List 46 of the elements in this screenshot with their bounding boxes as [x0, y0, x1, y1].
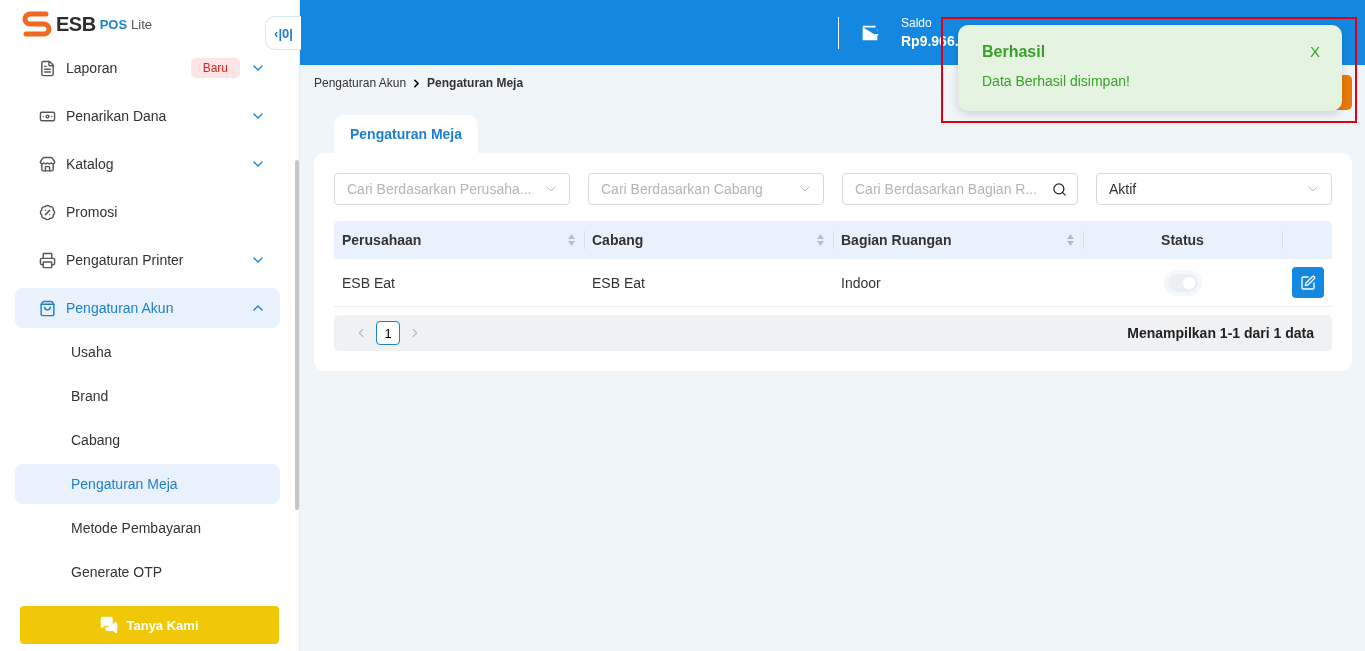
sidebar-item[interactable]: Pengaturan Akun: [15, 288, 280, 328]
page-button[interactable]: 1: [376, 321, 400, 345]
sidebar-item[interactable]: Laporan Baru: [15, 48, 280, 88]
sidebar-subitem[interactable]: Usaha: [15, 332, 280, 372]
search-icon: [1052, 181, 1067, 197]
sidebar-item[interactable]: Promosi: [15, 192, 280, 232]
logo-text: ESB: [56, 12, 96, 36]
balance-label: Saldo: [901, 16, 933, 30]
breadcrumb-current: Pengaturan Meja: [427, 76, 524, 90]
logo-icon: [22, 10, 52, 38]
table-cell: Indoor: [833, 259, 1083, 307]
sidebar-item[interactable]: Pengaturan Printer: [15, 240, 280, 280]
select-field[interactable]: Aktif: [1096, 173, 1332, 205]
sidebar-subitem[interactable]: Brand: [15, 376, 280, 416]
menu-icon: [39, 59, 56, 77]
sidebar-subitem[interactable]: Metode Pembayaran: [15, 508, 280, 548]
sidebar-subitem[interactable]: Generate OTP: [15, 552, 280, 592]
edit-button[interactable]: [1292, 267, 1324, 298]
sidebar-item[interactable]: Katalog: [15, 144, 280, 184]
collapse-sidebar-button[interactable]: ‹|0|: [265, 16, 301, 50]
pagination-summary: Menampilkan 1-1 dari 1 data: [1127, 325, 1314, 341]
new-badge: Baru: [190, 58, 240, 78]
breadcrumb-link[interactable]: Pengaturan Akun: [314, 76, 407, 90]
column-header: Cabang: [584, 221, 833, 259]
menu-icon: [39, 155, 56, 173]
table-cell: ESB Eat: [584, 259, 833, 307]
chat-icon: [100, 616, 119, 634]
logo-text: POS: [99, 16, 128, 32]
sort-icon: [1066, 233, 1075, 247]
logo-text: Lite: [131, 16, 153, 32]
toast-title: Berhasil: [982, 43, 1046, 61]
column-header: Bagian Ruangan: [833, 221, 1083, 259]
sort-icon: [567, 233, 576, 247]
sort-icon: [816, 233, 825, 247]
column-header: Status: [1083, 221, 1282, 259]
sidebar-item[interactable]: Penarikan Dana: [15, 96, 280, 136]
edit-icon: [1300, 274, 1316, 291]
sidebar-subitem[interactable]: Cabang: [15, 420, 280, 460]
column-header: Perusahaan: [334, 221, 584, 259]
menu-icon: [39, 251, 56, 269]
menu-icon: [39, 299, 56, 317]
table-cell: ESB Eat: [334, 259, 584, 307]
menu-icon: [39, 203, 56, 221]
tab[interactable]: Pengaturan Meja: [334, 115, 479, 153]
toast-message: Data Berhasil disimpan!: [982, 73, 1130, 89]
sidebar-subitem[interactable]: Pengaturan Meja: [15, 464, 280, 504]
